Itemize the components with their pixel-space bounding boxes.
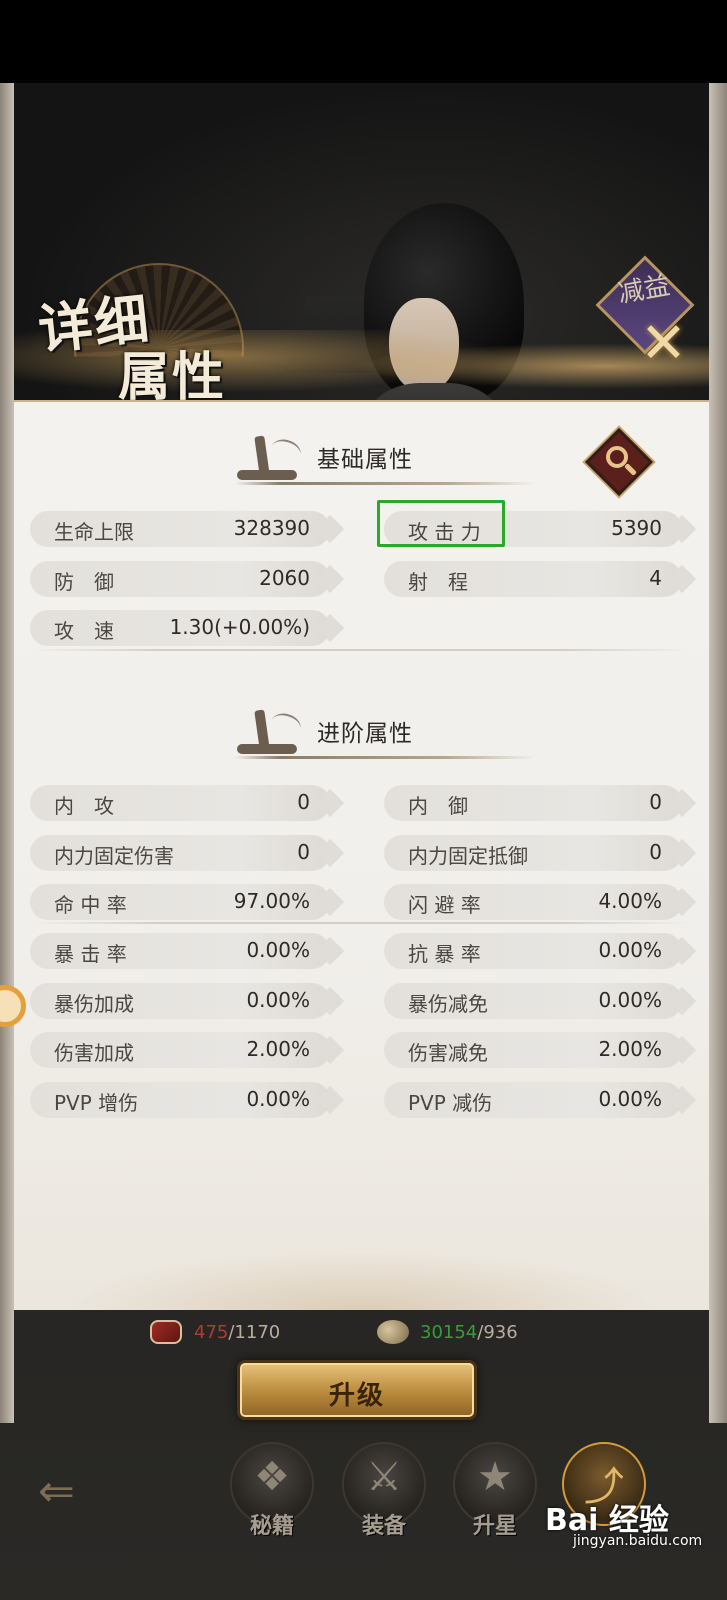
coins-icon — [377, 1320, 409, 1344]
nav-equipment[interactable]: ⚔ 装备 — [334, 1440, 434, 1550]
nav-secret-manual[interactable]: ❖ 秘籍 — [222, 1440, 322, 1550]
stat-row: 暴伤加成 0.00% — [30, 983, 330, 1019]
stat-row: 闪 避 率 4.00% — [384, 884, 682, 920]
scroll-icon: ❖ — [254, 1454, 290, 1500]
stat-name: 内 攻 — [54, 794, 114, 818]
section-underline — [235, 482, 535, 485]
stat-row: 暴 击 率 0.00% — [30, 933, 330, 969]
stat-name: 生命上限 — [54, 520, 134, 544]
stat-name: 内 御 — [408, 794, 468, 818]
advanced-section-header: 进阶属性 — [235, 706, 535, 766]
section-divider — [30, 649, 690, 651]
status-bar — [0, 0, 727, 83]
stat-row: PVP 减伤 0.00% — [384, 1082, 682, 1118]
stat-value: 2.00% — [246, 1037, 310, 1061]
stat-name: 射 程 — [408, 570, 468, 594]
stat-name: 抗 暴 率 — [408, 942, 481, 966]
stat-name: 攻 速 — [54, 619, 114, 643]
stat-row: 内力固定抵御 0 — [384, 835, 682, 871]
stat-value: 0 — [649, 840, 662, 864]
nav-label: 装备 — [361, 1513, 406, 1539]
stat-row: 防 御 2060 — [30, 561, 330, 597]
stat-value: 0 — [649, 790, 662, 814]
back-arrow-icon[interactable]: ⇐ — [38, 1470, 108, 1514]
stat-row: PVP 增伤 0.00% — [30, 1082, 330, 1118]
stat-name: 防 御 — [54, 570, 114, 594]
stat-name: PVP 增伤 — [54, 1091, 139, 1115]
stat-value: 4.00% — [598, 889, 662, 913]
stat-row: 命 中 率 97.00% — [30, 884, 330, 920]
search-button[interactable] — [585, 428, 653, 496]
stat-value: 97.00% — [233, 889, 310, 913]
stat-name: 伤害加成 — [54, 1041, 134, 1065]
upgrade-button[interactable]: 升级 — [237, 1360, 477, 1420]
stat-name: 暴伤加成 — [54, 992, 134, 1016]
section-underline — [235, 756, 535, 759]
basic-section-title: 基础属性 — [317, 447, 413, 473]
stat-row: 内力固定伤害 0 — [30, 835, 330, 871]
coin-resource: 30154/936 — [420, 1322, 518, 1343]
stat-value: 0.00% — [598, 1087, 662, 1111]
upgrade-button-label: 升级 — [328, 1381, 385, 1411]
stat-name: 闪 避 率 — [408, 893, 481, 917]
stat-row: 生命上限 328390 — [30, 511, 330, 547]
stat-row: 射 程 4 — [384, 561, 682, 597]
book-current: 475 — [194, 1322, 229, 1343]
advanced-section-title: 进阶属性 — [317, 721, 413, 747]
stat-value: 4 — [649, 566, 662, 590]
stat-row: 抗 暴 率 0.00% — [384, 933, 682, 969]
page-title-line2: 属性 — [118, 347, 227, 408]
stat-value: 0.00% — [246, 938, 310, 962]
stat-row: 伤害减免 2.00% — [384, 1032, 682, 1068]
stat-name: PVP 减伤 — [408, 1091, 493, 1115]
crossed-swords-icon: ⚔ — [366, 1454, 402, 1500]
brush-icon — [235, 435, 305, 480]
watermark-url: jingyan.baidu.com — [573, 1533, 703, 1549]
stat-value: 0.00% — [598, 988, 662, 1012]
nav-label: 秘籍 — [249, 1513, 294, 1539]
skill-book-icon — [150, 1320, 182, 1344]
coins-current: 30154 — [420, 1322, 478, 1343]
book-resource: 475/1170 — [194, 1322, 280, 1343]
panel-edge-left — [0, 83, 14, 1423]
coins-required: /936 — [477, 1322, 518, 1343]
stat-name: 命 中 率 — [54, 893, 127, 917]
panel-bottom-decoration — [14, 1240, 709, 1310]
page-title: 详细 属性 — [28, 270, 238, 408]
stat-name: 暴伤减免 — [408, 992, 488, 1016]
brush-icon — [235, 709, 305, 754]
watermark: Bai 经验 jingyan.baidu.com — [545, 1495, 725, 1555]
close-icon: ✕ — [640, 311, 687, 376]
stat-row: 暴伤减免 0.00% — [384, 983, 682, 1019]
highlight-box — [377, 500, 505, 547]
stat-name: 暴 击 率 — [54, 942, 127, 966]
stat-value: 2060 — [259, 566, 310, 590]
stat-row: 攻 速 1.30(+0.00%) — [30, 610, 330, 646]
stat-value: 0.00% — [598, 938, 662, 962]
book-required: /1170 — [228, 1322, 281, 1343]
row-divider — [30, 922, 690, 924]
stat-value: 5390 — [611, 516, 662, 540]
stat-value: 0 — [297, 840, 310, 864]
close-button[interactable]: 减益 ✕ — [595, 255, 698, 378]
stat-value: 0.00% — [246, 988, 310, 1012]
stat-row: 内 攻 0 — [30, 785, 330, 821]
stat-value: 0.00% — [246, 1087, 310, 1111]
panel-edge-right — [709, 83, 727, 1423]
star-hat-icon: ★ — [477, 1454, 513, 1500]
stat-value: 0 — [297, 790, 310, 814]
stat-value: 1.30(+0.00%) — [169, 615, 310, 639]
stat-name: 内力固定伤害 — [54, 844, 174, 868]
basic-section-header: 基础属性 — [235, 432, 535, 492]
stat-value: 2.00% — [598, 1037, 662, 1061]
nav-label: 升星 — [472, 1513, 517, 1539]
stat-name: 伤害减免 — [408, 1041, 488, 1065]
resource-bar: 475/1170 30154/936 — [0, 1318, 727, 1352]
stat-value: 328390 — [233, 516, 310, 540]
nav-star-up[interactable]: ★ 升星 — [445, 1440, 545, 1550]
stat-name: 内力固定抵御 — [408, 844, 528, 868]
stat-row: 内 御 0 — [384, 785, 682, 821]
stat-row: 伤害加成 2.00% — [30, 1032, 330, 1068]
